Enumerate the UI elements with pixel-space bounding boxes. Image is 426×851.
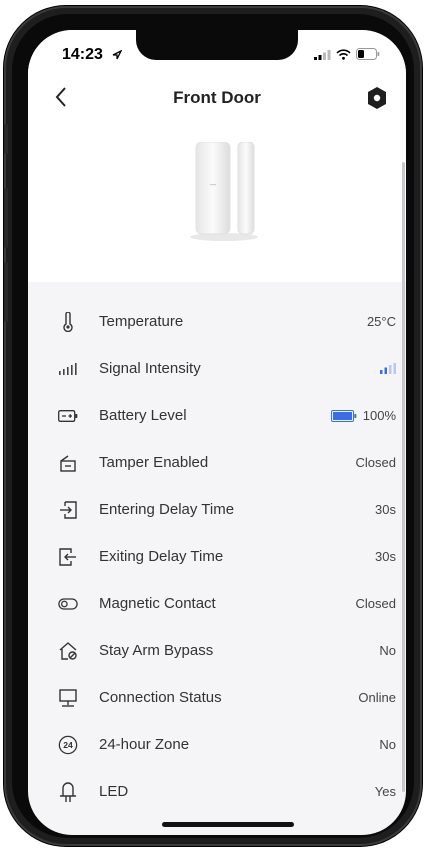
battery-value: 100% — [330, 408, 396, 423]
list-item-tamper-enabled[interactable]: Tamper Enabled Closed — [28, 439, 406, 486]
row-value: Closed — [355, 596, 396, 611]
status-icons — [314, 48, 380, 60]
row-label: Temperature — [99, 313, 184, 330]
screen: 14:23 Front Door Temperature 25°C Signal… — [28, 30, 406, 835]
notch — [136, 30, 298, 60]
list-item-24-hour-zone[interactable]: 24 24-hour Zone No — [28, 721, 406, 768]
door-sensor-image — [190, 142, 258, 241]
list-item-led[interactable]: LED Yes — [28, 768, 406, 815]
list-item-signal-intensity[interactable]: Signal Intensity — [28, 345, 406, 392]
location-arrow-icon — [112, 50, 122, 60]
battery-icon — [58, 406, 78, 426]
row-value: 30s — [375, 549, 396, 564]
battery-status-icon — [356, 48, 380, 60]
row-label: Magnetic Contact — [99, 595, 216, 612]
home-indicator[interactable] — [162, 822, 294, 827]
scrollbar[interactable] — [402, 162, 405, 792]
row-value: No — [379, 737, 396, 752]
row-value: Closed — [355, 455, 396, 470]
list-item-magnetic-contact[interactable]: Magnetic Contact Closed — [28, 580, 406, 627]
tamper-icon — [58, 453, 78, 473]
24h-icon: 24 — [58, 735, 78, 755]
row-label: Tamper Enabled — [99, 454, 209, 471]
home-bypass-icon — [58, 641, 78, 661]
list-item-stay-arm-bypass[interactable]: Stay Arm Bypass No — [28, 627, 406, 674]
row-value: 30s — [375, 502, 396, 517]
mute-switch — [4, 124, 8, 154]
row-label: Entering Delay Time — [99, 501, 235, 518]
list-item-entering-delay[interactable]: Entering Delay Time 30s — [28, 486, 406, 533]
list-item-connection-status[interactable]: Connection Status Online — [28, 674, 406, 721]
settings-hexagon-icon[interactable] — [366, 86, 388, 110]
row-label: Signal Intensity — [99, 360, 201, 377]
list-item-exiting-delay[interactable]: Exiting Delay Time 30s — [28, 533, 406, 580]
page-title: Front Door — [173, 88, 261, 107]
battery-full-icon — [330, 409, 357, 422]
status-time: 14:23 — [62, 46, 103, 63]
volume-up-button — [4, 188, 8, 248]
cellular-signal-icon — [314, 49, 331, 60]
led-icon — [58, 781, 78, 802]
thermometer-icon — [58, 311, 78, 332]
enter-icon — [58, 500, 78, 520]
wifi-icon — [336, 48, 351, 60]
list-item-battery-level[interactable]: Battery Level 100% — [28, 392, 406, 439]
row-label: Connection Status — [99, 689, 222, 706]
property-list: Temperature 25°C Signal Intensity Batter… — [28, 298, 406, 815]
signal-bars-icon — [380, 363, 396, 374]
phone-frame: 14:23 Front Door Temperature 25°C Signal… — [4, 6, 422, 846]
row-label: Exiting Delay Time — [99, 548, 224, 565]
exit-icon — [58, 547, 78, 567]
list-item-temperature[interactable]: Temperature 25°C — [28, 298, 406, 345]
row-value: No — [379, 643, 396, 658]
device-image-area — [28, 122, 406, 282]
row-value: Yes — [374, 784, 396, 799]
row-value: 100% — [362, 408, 396, 423]
row-label: 24-hour Zone — [99, 736, 190, 753]
row-value: 25°C — [366, 314, 396, 329]
monitor-icon — [58, 688, 78, 708]
row-label: LED — [99, 783, 129, 800]
signal-icon — [58, 359, 78, 379]
row-label: Battery Level — [99, 407, 187, 424]
volume-down-button — [4, 262, 8, 322]
signal-strength-indicator — [380, 363, 396, 374]
row-value: Online — [358, 690, 396, 705]
svg-text:24: 24 — [63, 740, 73, 750]
nav-bar: Front Door — [28, 74, 406, 122]
row-label: Stay Arm Bypass — [99, 642, 214, 659]
magnet-toggle-icon — [58, 594, 78, 614]
